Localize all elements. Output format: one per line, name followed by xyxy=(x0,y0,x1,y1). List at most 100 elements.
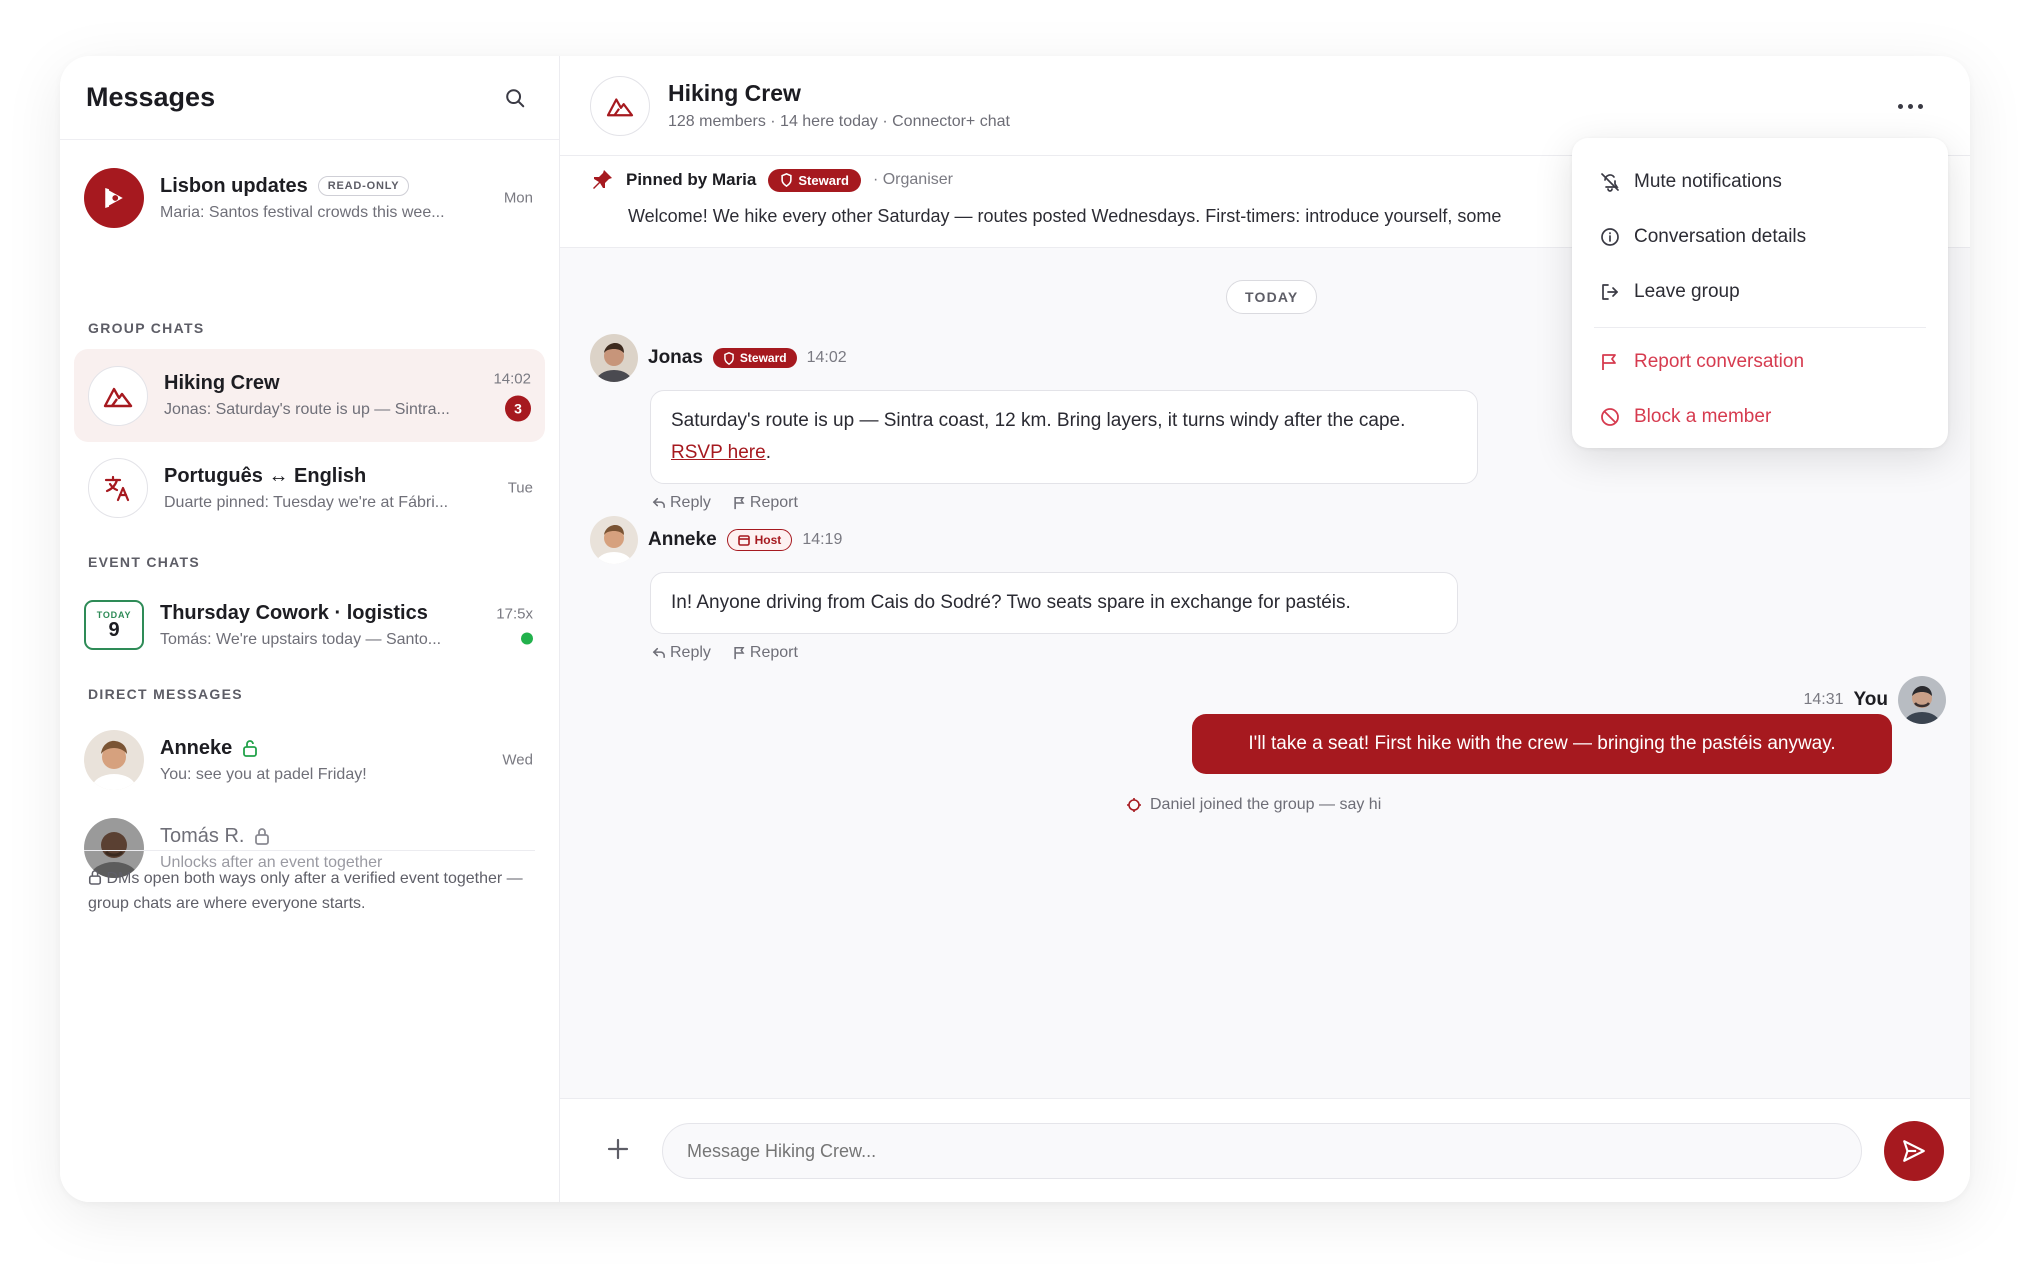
mountain-icon xyxy=(103,387,133,407)
conversation-name: Lisbon updates xyxy=(160,174,308,197)
reply-icon xyxy=(652,497,665,509)
dm-policy-note: DMs open both ways only after a verified… xyxy=(88,866,528,916)
live-status-dot xyxy=(521,632,533,645)
message-bubble: Saturday's route is up — Sintra coast, 1… xyxy=(650,390,1478,484)
flag-icon xyxy=(734,646,745,660)
translate-icon xyxy=(104,475,130,502)
conversation-time: Mon xyxy=(503,189,533,207)
more-options-button[interactable] xyxy=(1890,94,1930,118)
sidebar-divider xyxy=(84,850,535,851)
steward-badge: Steward xyxy=(712,348,797,368)
plus-icon xyxy=(607,1138,629,1160)
party-icon xyxy=(1127,798,1141,812)
sender-name: Jonas xyxy=(648,347,703,368)
date-divider-today: TODAY xyxy=(1226,280,1318,314)
menu-item-mute[interactable]: Mute notifications xyxy=(1572,154,1948,209)
info-icon xyxy=(1601,227,1619,246)
more-icon xyxy=(1897,103,1903,109)
conversation-time: Tue xyxy=(507,479,533,497)
chat-title: Hiking Crew xyxy=(668,80,801,106)
conversation-name: Thursday Cowork · logistics xyxy=(160,601,428,624)
pinned-role: · Organiser xyxy=(872,171,953,188)
message-bubble: In! Anyone driving from Cais do Sodré? T… xyxy=(650,572,1458,634)
system-join-note: Daniel joined the group — say hi xyxy=(1126,796,1381,814)
lock-icon xyxy=(88,870,102,885)
reply-button[interactable]: Reply xyxy=(652,494,711,512)
section-label-group-chats: GROUP CHATS xyxy=(88,320,205,336)
avatar-anneke xyxy=(590,516,638,564)
avatar-self xyxy=(1898,676,1946,724)
sidebar-title: Messages xyxy=(86,82,216,112)
steward-badge: Steward xyxy=(768,168,861,192)
mountain-avatar xyxy=(88,365,148,426)
conversation-preview: You: see you at padel Friday! xyxy=(160,765,367,783)
conversation-name: Tomás R. xyxy=(160,824,245,847)
rsvp-link[interactable]: RSVP here xyxy=(671,442,766,463)
pinned-by-label: Pinned by Maria xyxy=(626,170,757,189)
unlocked-icon xyxy=(243,740,258,757)
menu-item-details[interactable]: Conversation details xyxy=(1572,209,1948,264)
conversation-sidebar: Messages Lisbon updates READ-ONLY Maria:… xyxy=(60,56,560,1202)
message-text: Saturday's route is up — Sintra coast, 1… xyxy=(671,410,1406,431)
flag-icon xyxy=(1602,353,1616,370)
event-day-number: 9 xyxy=(108,619,120,641)
bell-off-icon xyxy=(1601,172,1619,192)
conversation-item-lisbon-updates[interactable]: Lisbon updates READ-ONLY Maria: Santos f… xyxy=(60,156,559,240)
send-icon xyxy=(1903,1140,1925,1162)
read-only-badge: READ-ONLY xyxy=(317,176,410,196)
conversation-time: 17:5x xyxy=(496,605,533,623)
conversation-item-anneke[interactable]: Anneke You: see you at padel Friday! Wed xyxy=(60,716,559,804)
attach-button[interactable] xyxy=(600,1131,636,1167)
section-label-direct-messages: DIRECT MESSAGES xyxy=(88,686,243,702)
pin-icon xyxy=(593,170,612,189)
search-icon xyxy=(506,88,525,107)
message-jonas: Jonas Steward 14:02 Saturday's route is … xyxy=(590,334,1478,512)
section-label-event-chats: EVENT CHATS xyxy=(88,554,201,570)
menu-item-block[interactable]: Block a member xyxy=(1572,389,1948,444)
mountain-icon xyxy=(606,97,634,116)
menu-item-leave[interactable]: Leave group xyxy=(1572,264,1948,319)
dm-policy-text: DMs open both ways only after a verified… xyxy=(88,870,523,912)
event-date-tile: TODAY 9 xyxy=(84,600,144,650)
search-button[interactable] xyxy=(497,80,533,116)
flag-icon xyxy=(734,496,745,510)
message-time: 14:19 xyxy=(802,531,843,548)
lock-icon xyxy=(255,828,270,845)
conversation-options-menu: Mute notifications Conversation details … xyxy=(1572,138,1948,448)
calendar-icon xyxy=(737,535,750,546)
menu-divider xyxy=(1594,327,1926,328)
sender-name: Anneke xyxy=(648,529,717,550)
shield-icon xyxy=(724,351,734,365)
conversation-item-portugues-english[interactable]: Português ↔ English Duarte pinned: Tuesd… xyxy=(74,444,559,532)
conversation-name: Português ↔ English xyxy=(164,464,367,487)
reply-button[interactable]: Reply xyxy=(652,644,711,662)
message-text: In! Anyone driving from Cais do Sodré? T… xyxy=(671,592,1351,613)
conversation-time: 14:02 xyxy=(493,370,531,387)
report-button[interactable]: Report xyxy=(733,494,798,512)
avatar-anneke xyxy=(84,730,144,790)
conversation-preview: Jonas: Saturday's route is up — Sintra..… xyxy=(164,401,450,418)
reply-icon xyxy=(652,647,665,659)
avatar-jonas xyxy=(590,334,638,382)
conversation-item-thursday-cowork[interactable]: TODAY 9 Thursday Cowork · logistics Tomá… xyxy=(60,582,559,668)
conversation-preview: Maria: Santos festival crowds this wee..… xyxy=(160,203,445,221)
megaphone-icon xyxy=(105,188,123,208)
host-badge: Host xyxy=(726,529,793,551)
sidebar-header: Messages xyxy=(60,56,559,140)
conversation-preview: Tomás: We're upstairs today — Santo... xyxy=(160,630,442,648)
translate-avatar xyxy=(88,458,148,518)
chat-panel: Hiking Crew 128 members · 14 here today … xyxy=(560,56,1970,1202)
conversation-item-hiking-crew[interactable]: Hiking Crew Jonas: Saturday's route is u… xyxy=(74,349,545,442)
conversation-preview: Duarte pinned: Tuesday we're at Fábri... xyxy=(164,493,449,511)
messages-app: Messages Lisbon updates READ-ONLY Maria:… xyxy=(60,56,1970,1202)
message-input[interactable] xyxy=(662,1123,1862,1179)
sender-name: You xyxy=(1853,689,1888,710)
send-button[interactable] xyxy=(1884,1121,1944,1181)
message-anneke: Anneke Host 14:19 In! Anyone driving fro… xyxy=(590,516,1458,662)
chat-subtitle: 128 members · 14 here today · Connector+… xyxy=(668,113,1010,130)
conversation-name: Hiking Crew xyxy=(164,372,280,394)
menu-item-report[interactable]: Report conversation xyxy=(1572,334,1948,389)
report-button[interactable]: Report xyxy=(733,644,798,662)
message-composer xyxy=(560,1098,1970,1202)
block-icon xyxy=(1601,407,1619,426)
